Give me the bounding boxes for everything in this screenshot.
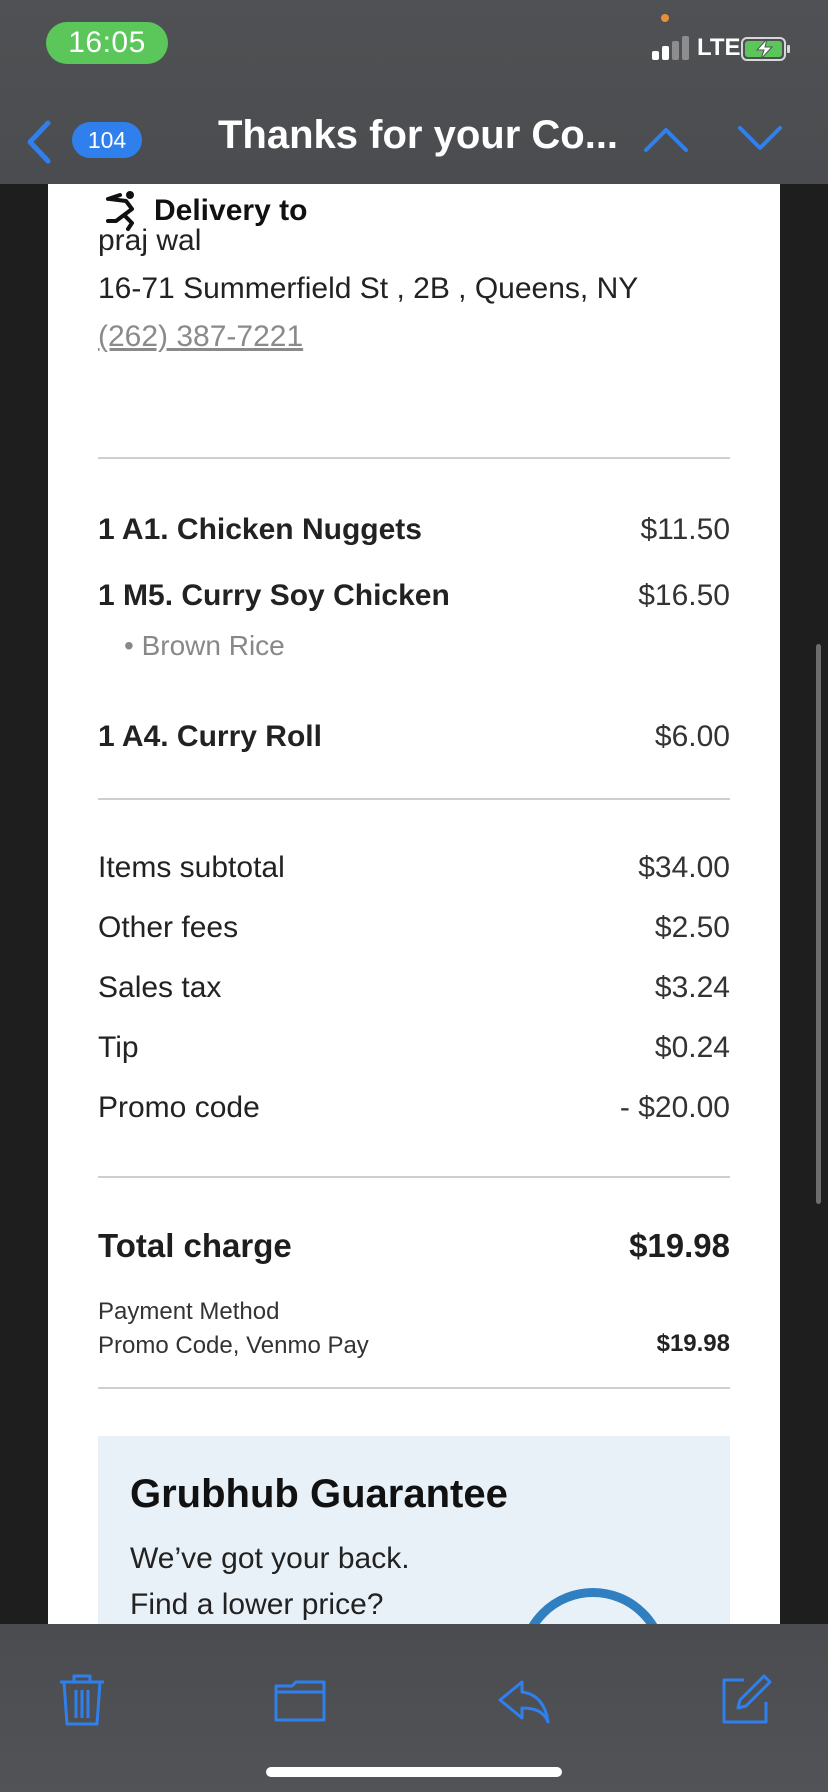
top-bar: 16:05 LTE 104 Thanks for your Co... bbox=[0, 0, 828, 184]
guarantee-line: Find a lower price? bbox=[130, 1588, 384, 1621]
guarantee-line: We’ve got your back. bbox=[130, 1542, 410, 1575]
network-label: LTE bbox=[697, 34, 741, 61]
status-time: 16:05 bbox=[46, 22, 168, 64]
privacy-indicator bbox=[661, 14, 669, 22]
total-amount: $19.98 bbox=[629, 1227, 730, 1264]
total-label: Total charge bbox=[98, 1227, 292, 1264]
fee-row-tip: Tip $0.24 bbox=[98, 1031, 730, 1065]
reply-icon[interactable] bbox=[496, 1672, 552, 1728]
payment-method-label: Payment Method bbox=[98, 1298, 280, 1325]
order-item: 1 M5. Curry Soy Chicken $16.50 bbox=[98, 579, 730, 613]
fee-label: Sales tax bbox=[98, 971, 222, 1004]
fee-amount: - $20.00 bbox=[619, 1091, 730, 1124]
fee-amount: $2.50 bbox=[654, 911, 730, 944]
fee-amount: $0.24 bbox=[654, 1031, 730, 1064]
recipient-name: praj wal bbox=[98, 224, 202, 257]
item-price: $11.50 bbox=[640, 513, 730, 546]
divider bbox=[98, 457, 730, 459]
divider bbox=[98, 798, 730, 800]
item-modifier: • Brown Rice bbox=[124, 630, 285, 661]
item-name: 1 A1. Chicken Nuggets bbox=[98, 513, 422, 546]
total-charge-row: Total charge $19.98 bbox=[98, 1227, 730, 1265]
item-price: $16.50 bbox=[638, 579, 730, 612]
compose-icon[interactable] bbox=[718, 1672, 774, 1728]
chevron-up-icon[interactable] bbox=[642, 124, 690, 154]
delivery-address: 16-71 Summerfield St , 2B , Queens, NY bbox=[98, 272, 639, 305]
trash-icon[interactable] bbox=[54, 1672, 110, 1728]
payment-amount: $19.98 bbox=[656, 1330, 730, 1357]
fee-row-subtotal: Items subtotal $34.00 bbox=[98, 851, 730, 885]
phone-link[interactable]: (262) 387-7221 bbox=[98, 320, 303, 354]
order-item: 1 A4. Curry Roll $6.00 bbox=[98, 720, 730, 754]
payment-method-value: Promo Code, Venmo Pay bbox=[98, 1332, 369, 1359]
email-body: Delivery to praj wal 16-71 Summerfield S… bbox=[48, 184, 780, 1624]
divider bbox=[98, 1176, 730, 1178]
delivery-heading-label: Delivery to bbox=[154, 194, 308, 227]
fee-label: Tip bbox=[98, 1031, 139, 1064]
fee-row-other: Other fees $2.50 bbox=[98, 911, 730, 945]
folder-icon[interactable] bbox=[272, 1672, 328, 1728]
grubhub-guarantee-banner: Grubhub Guarantee We’ve got your back. F… bbox=[98, 1436, 730, 1624]
fee-label: Promo code bbox=[98, 1091, 260, 1124]
home-indicator[interactable] bbox=[266, 1767, 562, 1777]
order-item: 1 A1. Chicken Nuggets $11.50 bbox=[98, 513, 730, 547]
fee-label: Items subtotal bbox=[98, 851, 285, 884]
fee-amount: $34.00 bbox=[638, 851, 730, 884]
fee-amount: $3.24 bbox=[654, 971, 730, 1004]
email-subject: Thanks for your Co... bbox=[218, 113, 619, 157]
item-price: $6.00 bbox=[654, 720, 730, 753]
chevron-left-icon[interactable] bbox=[22, 117, 56, 167]
fee-row-tax: Sales tax $3.24 bbox=[98, 971, 730, 1005]
scroll-indicator[interactable] bbox=[816, 644, 821, 1204]
email-margin-left bbox=[0, 184, 48, 1624]
chevron-down-icon[interactable] bbox=[736, 124, 784, 154]
battery-charging-icon bbox=[741, 37, 790, 61]
item-name: 1 A4. Curry Roll bbox=[98, 720, 322, 753]
fee-label: Other fees bbox=[98, 911, 239, 944]
guarantee-badge-icon bbox=[518, 1588, 668, 1624]
unread-count-badge[interactable]: 104 bbox=[72, 122, 142, 158]
item-name: 1 M5. Curry Soy Chicken bbox=[98, 579, 450, 612]
fee-row-promo: Promo code - $20.00 bbox=[98, 1091, 730, 1125]
divider bbox=[98, 1387, 730, 1389]
guarantee-title: Grubhub Guarantee bbox=[130, 1472, 508, 1516]
signal-icon bbox=[652, 36, 690, 60]
